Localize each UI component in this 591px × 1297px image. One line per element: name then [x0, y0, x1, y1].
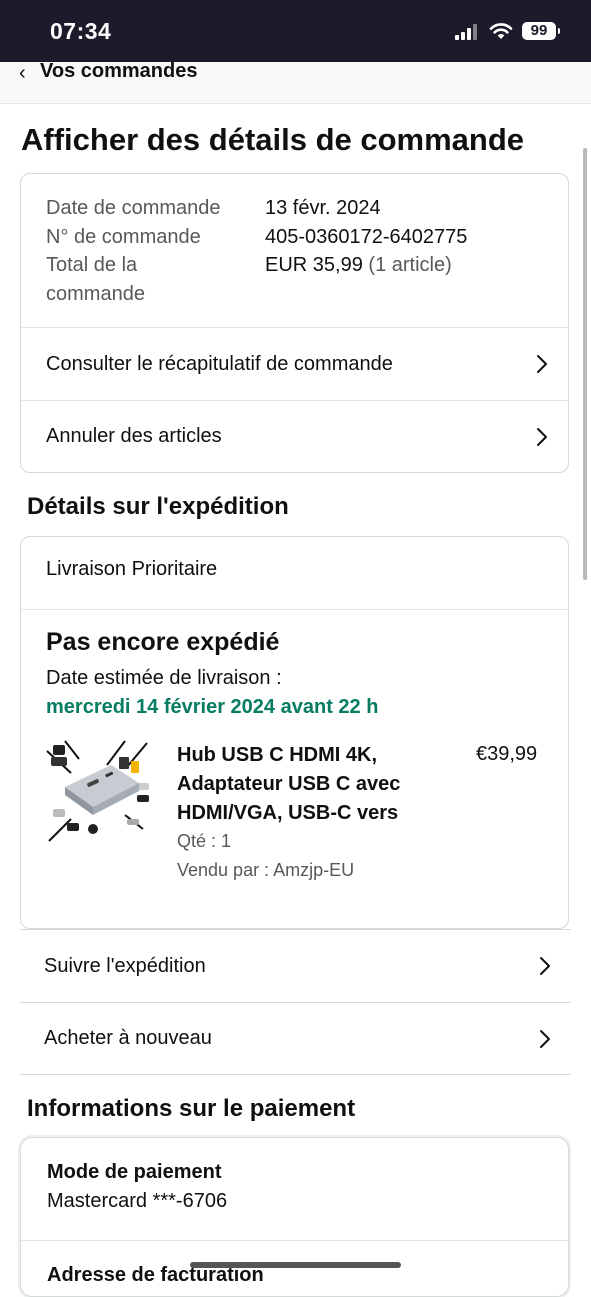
chevron-right-icon: [540, 957, 550, 975]
status-time: 07:34: [50, 18, 112, 44]
payment-heading: Informations sur le paiement: [27, 1095, 356, 1122]
payment-card: Mode de paiement Mastercard ***-6706 Adr…: [20, 1137, 569, 1297]
order-summary-card: Date de commande 13 févr. 2024 N° de com…: [20, 173, 569, 473]
order-total-amount: EUR 35,99: [265, 254, 363, 276]
buy-again-label: Acheter à nouveau: [44, 1027, 212, 1049]
shipping-heading: Détails sur l'expédition: [27, 493, 289, 520]
order-total-label-line1: Total de la: [46, 254, 138, 276]
order-info: Date de commande 13 févr. 2024 N° de com…: [21, 174, 568, 328]
order-date-label: Date de commande: [46, 197, 221, 219]
scrollbar[interactable]: [583, 148, 587, 580]
track-shipment-label: Suivre l'expédition: [44, 954, 206, 977]
payment-method-label: Mode de paiement: [47, 1161, 222, 1183]
delivery-estimate-label: Date estimée de livraison :: [46, 667, 282, 689]
battery-icon: 99: [522, 22, 560, 40]
back-chevron-icon[interactable]: ‹: [19, 62, 26, 85]
chevron-right-icon: [540, 1029, 550, 1048]
shipping-status: Pas encore expédié: [46, 628, 280, 656]
chevron-right-icon: [537, 355, 547, 373]
payment-method-value: Mastercard ***-6706: [47, 1190, 228, 1212]
cancel-items-label: Annuler des articles: [46, 425, 222, 447]
order-total-value: EUR 35,99 (1 article): [265, 251, 452, 279]
order-total-items: (1 article): [368, 254, 452, 276]
delivery-estimate-date: mercredi 14 février 2024 avant 22 h: [46, 696, 379, 718]
product-title[interactable]: Hub USB C HDMI 4K, Adaptateur USB C avec…: [177, 741, 437, 828]
status-bar: 07:34 99: [0, 0, 591, 62]
divider: [21, 1240, 568, 1241]
product-price: €39,99: [476, 743, 538, 765]
buy-again-row[interactable]: Acheter à nouveau: [20, 1002, 571, 1075]
order-number-value: 405-0360172-6402775: [265, 226, 468, 248]
nav-bar: ‹ Vos commandes: [0, 60, 591, 104]
product-seller: Vendu par : Amzjp-EU: [177, 860, 355, 880]
shipping-actions: Suivre l'expédition Acheter à nouveau: [20, 929, 571, 1075]
chevron-right-icon: [537, 427, 547, 446]
order-date-value: 13 févr. 2024: [265, 197, 381, 219]
view-order-summary-label: Consulter le récapitulatif de commande: [46, 352, 393, 375]
wifi-icon: [489, 23, 513, 39]
order-number-label: N° de commande: [46, 226, 201, 248]
divider: [21, 609, 568, 610]
back-link[interactable]: Vos commandes: [40, 60, 197, 83]
cellular-signal-icon: [455, 24, 481, 40]
product-image[interactable]: [43, 737, 155, 852]
page-title: Afficher des détails de commande: [21, 122, 525, 157]
track-shipment-row[interactable]: Suivre l'expédition: [20, 929, 571, 1002]
cancel-items-row[interactable]: Annuler des articles: [21, 400, 568, 472]
shipping-method: Livraison Prioritaire: [46, 558, 218, 580]
order-total-label-line2: commande: [46, 283, 145, 305]
shipping-card: Livraison Prioritaire Pas encore expédié…: [20, 536, 569, 929]
view-order-summary-row[interactable]: Consulter le récapitulatif de commande: [21, 328, 568, 400]
home-indicator[interactable]: [190, 1262, 401, 1268]
product-quantity: Qté : 1: [177, 831, 232, 851]
